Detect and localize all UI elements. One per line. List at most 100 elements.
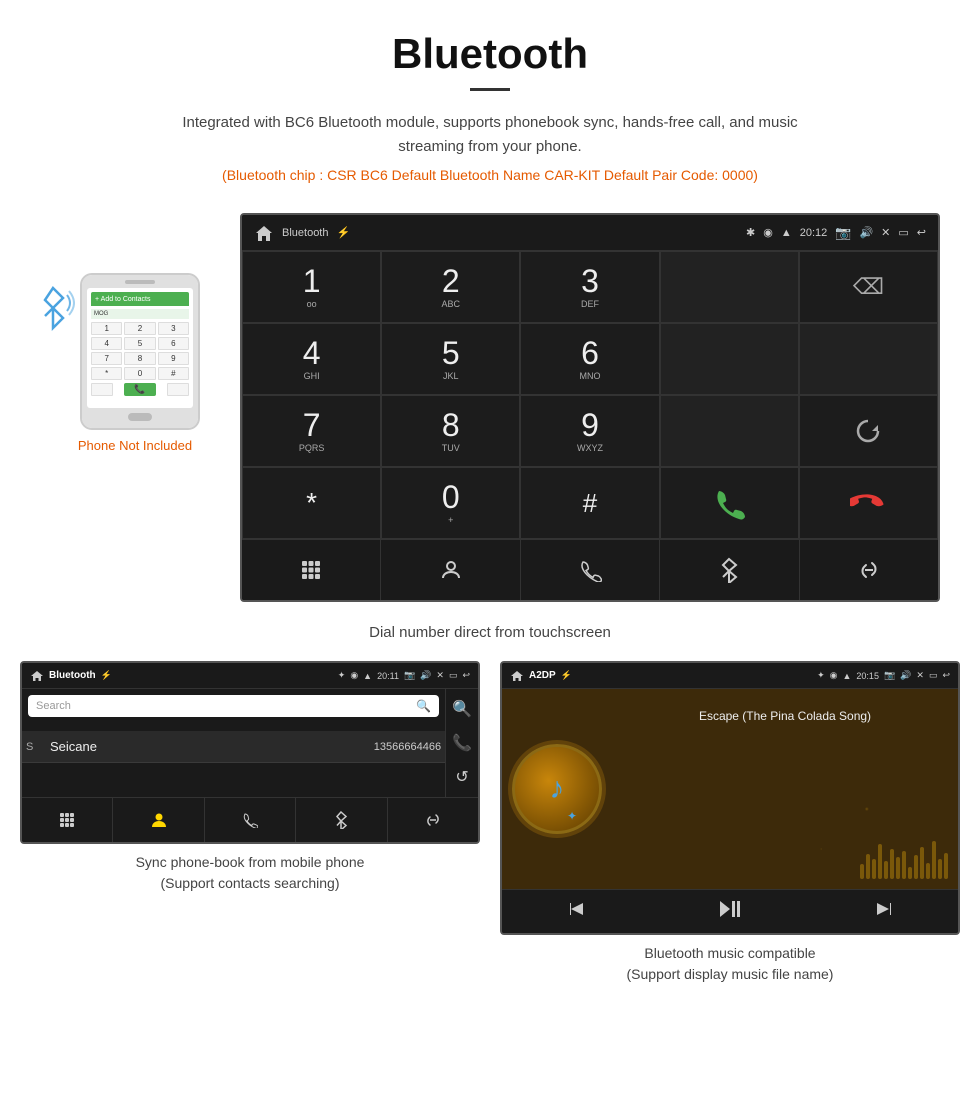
pb-link-btn[interactable] (388, 798, 478, 842)
car-screen-big: Bluetooth ⚡ ✱ ◉ ▲ 20:12 📷 🔊 ✕ ▭ ↩ (240, 213, 940, 602)
phone-wrapper: + Add to Contacts MOG 1 2 3 4 (65, 273, 205, 430)
toolbar-contacts-btn[interactable] (381, 540, 520, 600)
music-status-left: A2DP ⚡ (510, 670, 572, 682)
title-divider (470, 88, 510, 91)
big-screen-statusbar: Bluetooth ⚡ ✱ ◉ ▲ 20:12 📷 🔊 ✕ ▭ ↩ (242, 215, 938, 251)
dial-9[interactable]: 9 WXYZ (520, 395, 659, 467)
dial-0[interactable]: 0 + (381, 467, 520, 539)
music-loc-icon: ◉ (830, 670, 838, 681)
prev-button[interactable] (552, 894, 602, 929)
call-red-icon (850, 485, 886, 521)
pb-caption-sub: (Support contacts searching) (161, 875, 340, 891)
dial-3[interactable]: 3 DEF (520, 251, 659, 323)
toolbar-bluetooth-btn[interactable] (660, 540, 799, 600)
pb-dialpad-btn[interactable] (22, 798, 113, 842)
dial-1[interactable]: 1 oo (242, 251, 381, 323)
reload-button[interactable] (799, 395, 938, 467)
music-home-icon (510, 670, 524, 682)
pb-statusbar: Bluetooth ⚡ ✦ ◉ ▲ 20:11 📷 🔊 ✕ ▭ ↩ (22, 663, 478, 689)
dial-star[interactable]: * (242, 467, 381, 539)
search-area: Search 🔍 (22, 689, 445, 731)
dial-7[interactable]: 7 PQRS (242, 395, 381, 467)
music-time: 20:15 (856, 671, 879, 681)
music-album-art: ♪ ✦ (512, 744, 602, 834)
music-track-title: Escape (The Pina Colada Song) (622, 709, 948, 723)
call-green-icon (711, 485, 747, 521)
pb-calls-btn[interactable] (205, 798, 296, 842)
pb-reload-right-icon[interactable]: ↺ (455, 767, 468, 787)
location-icon: ◉ (763, 226, 773, 239)
calls-icon (578, 558, 602, 582)
pb-search-right-icon[interactable]: 🔍 (452, 699, 472, 719)
pb-home-icon (30, 670, 44, 682)
music-content: ♪ ✦ Escape (The Pina Colada Song) (502, 689, 958, 889)
next-icon (873, 899, 893, 919)
phonebook-screen: Bluetooth ⚡ ✦ ◉ ▲ 20:11 📷 🔊 ✕ ▭ ↩ (20, 661, 480, 844)
pb-bluetooth-icon (334, 811, 348, 829)
music-usb-icon: ⚡ (561, 670, 572, 681)
subtitle: Integrated with BC6 Bluetooth module, su… (150, 111, 830, 159)
pb-contacts-btn[interactable] (113, 798, 204, 842)
pb-status-right: ✦ ◉ ▲ 20:11 📷 🔊 ✕ ▭ ↩ (338, 670, 470, 681)
dial-hash[interactable]: # (520, 467, 659, 539)
toolbar-calls-btn[interactable] (521, 540, 660, 600)
music-item: A2DP ⚡ ✦ ◉ ▲ 20:15 📷 🔊 ✕ ▭ ↩ (500, 661, 960, 985)
music-vol-icon: 🔊 (900, 670, 911, 681)
music-status-right: ✦ ◉ ▲ 20:15 📷 🔊 ✕ ▭ ↩ (817, 670, 950, 681)
music-note-icon: ♪ (550, 772, 565, 806)
pb-close-icon: ✕ (436, 670, 444, 681)
top-section: + Add to Contacts MOG 1 2 3 4 (20, 213, 960, 602)
search-placeholder: Search (36, 700, 71, 712)
back-icon[interactable]: ↩ (917, 226, 926, 239)
page-title: Bluetooth (20, 30, 960, 78)
phone-image: + Add to Contacts MOG 1 2 3 4 (80, 273, 200, 430)
time-display: 20:12 (800, 227, 828, 239)
statusbar-right: ✱ ◉ ▲ 20:12 📷 🔊 ✕ ▭ ↩ (746, 225, 926, 241)
pb-toolbar (22, 797, 478, 842)
dial-2[interactable]: 2 ABC (381, 251, 520, 323)
pb-caption-title: Sync phone-book from mobile phone (136, 854, 365, 870)
dial-empty-3 (799, 323, 938, 395)
play-pause-button[interactable] (703, 894, 757, 929)
music-close-icon: ✕ (916, 670, 924, 681)
toolbar-link-btn[interactable] (800, 540, 938, 600)
pb-dialpad-icon (59, 812, 75, 828)
next-button[interactable] (858, 894, 908, 929)
toolbar-dialpad-btn[interactable] (242, 540, 381, 600)
window-icon: ▭ (898, 226, 908, 239)
pb-call-right-icon[interactable]: 📞 (452, 733, 472, 753)
music-controls (502, 889, 958, 933)
backspace-button[interactable]: ⌫ (799, 251, 938, 323)
music-cam-icon: 📷 (884, 670, 895, 681)
pb-caption: Sync phone-book from mobile phone (Suppo… (20, 852, 480, 894)
dial-8[interactable]: 8 TUV (381, 395, 520, 467)
dialpad-grid: 1 oo 2 ABC 3 DEF ⌫ 4 GHI (242, 251, 938, 539)
bluetooth-waves-icon (35, 283, 75, 340)
pb-usb-icon: ⚡ (101, 670, 112, 681)
contact-number: 13566664466 (374, 741, 441, 753)
call-green-button[interactable] (660, 467, 799, 539)
phone-container: + Add to Contacts MOG 1 2 3 4 (40, 273, 230, 453)
track-info-area: Escape (The Pina Colada Song) (622, 709, 948, 727)
dial-6[interactable]: 6 MNO (520, 323, 659, 395)
dial-4[interactable]: 4 GHI (242, 323, 381, 395)
search-bar[interactable]: Search 🔍 (28, 695, 439, 717)
dial-empty-2 (660, 323, 799, 395)
pb-back-icon[interactable]: ↩ (462, 670, 470, 681)
pb-win-icon: ▭ (449, 670, 458, 681)
pb-signal-icon: ▲ (363, 671, 372, 681)
phone-not-included-label: Phone Not Included (78, 438, 192, 453)
music-caption-sub: (Support display music file name) (627, 966, 834, 982)
music-win-icon: ▭ (929, 670, 938, 681)
music-bt-icon: ✦ (817, 670, 825, 681)
pb-app-name: Bluetooth (49, 670, 96, 681)
dial-5[interactable]: 5 JKL (381, 323, 520, 395)
pb-bt-btn[interactable] (296, 798, 387, 842)
usb-icon: ⚡ (336, 226, 350, 239)
play-pause-icon (718, 899, 742, 919)
contact-name: Seicane (50, 739, 374, 754)
call-red-button[interactable] (799, 467, 938, 539)
contact-row-seicane[interactable]: S Seicane 13566664466 (22, 731, 445, 763)
prev-icon (567, 899, 587, 919)
music-back-icon[interactable]: ↩ (942, 670, 950, 681)
